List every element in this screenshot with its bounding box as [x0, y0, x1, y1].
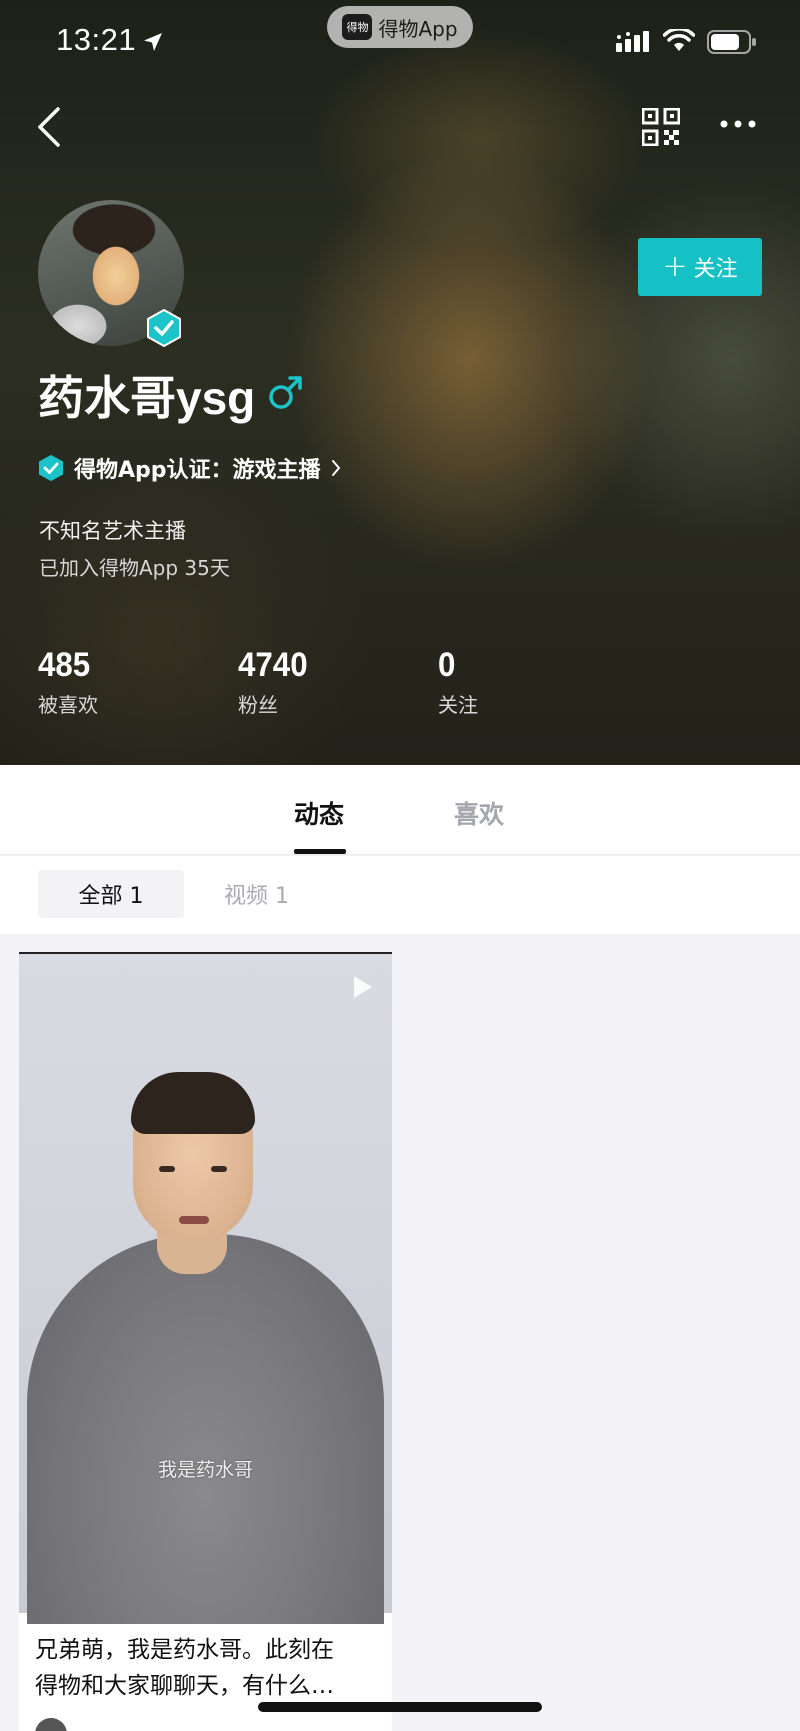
stat-fans[interactable]: 4740 粉丝	[238, 646, 314, 718]
content-tabs: 动态 喜欢	[0, 765, 800, 855]
joined-info: 已加入得物App 35天	[39, 556, 230, 580]
play-icon	[354, 976, 372, 998]
wifi-icon	[663, 29, 695, 51]
post-caption: 兄弟萌，我是药水哥。此刻在 得物和大家聊聊天，有什么…	[35, 1632, 375, 1704]
thumbnail-figure-hair	[131, 1072, 255, 1134]
certification-badge-icon	[39, 455, 63, 481]
filter-video[interactable]: 视频 1	[224, 870, 289, 918]
plus-icon: +	[662, 249, 688, 284]
video-subtitle: 我是药水哥	[157, 1459, 253, 1481]
tab-likes[interactable]: 喜欢	[454, 795, 504, 831]
app-pill-name: 得物App	[378, 16, 458, 41]
certification-row[interactable]: 得物App认证：游戏主播	[38, 452, 341, 484]
male-icon	[269, 376, 302, 409]
certification-text: 得物App认证：游戏主播	[74, 458, 321, 483]
chevron-right-icon	[331, 460, 340, 476]
stat-value: 4740	[238, 646, 308, 684]
caption-line: 得物和大家聊聊天，有什么…	[35, 1673, 334, 1699]
back-icon[interactable]	[36, 105, 62, 149]
post-card[interactable]: 我是药水哥 兄弟萌，我是药水哥。此刻在 得物和大家聊聊天，有什么…	[19, 952, 392, 1731]
filter-all[interactable]: 全部 1	[38, 870, 184, 918]
stat-value: 485	[38, 646, 91, 684]
stat-value: 0	[438, 646, 456, 684]
username: 药水哥ysg	[38, 372, 256, 424]
more-icon[interactable]	[720, 120, 756, 128]
app-logo: 得物	[342, 14, 373, 40]
verified-badge-icon	[147, 309, 181, 347]
bio: 不知名艺术主播	[39, 519, 186, 543]
thumbnail-figure-eye	[211, 1166, 227, 1172]
thumbnail-figure-mouth	[179, 1216, 209, 1224]
stat-label: 被喜欢	[38, 693, 98, 717]
caption-line: 兄弟萌，我是药水哥。此刻在	[35, 1637, 334, 1663]
profile-page: 13:21 得物 得物App + 关注 药水哥ysg 得物App认证：游戏主播 …	[0, 0, 800, 1731]
profile-header: 13:21 得物 得物App + 关注 药水哥ysg 得物App认证：游戏主播 …	[0, 0, 800, 765]
location-arrow-icon	[144, 33, 162, 51]
follow-button[interactable]: + 关注	[638, 238, 762, 296]
stat-label: 关注	[438, 693, 478, 717]
tab-posts[interactable]: 动态	[294, 795, 344, 831]
status-time: 13:21	[56, 22, 137, 57]
follow-label: 关注	[693, 257, 738, 282]
filter-bar: 全部 1 视频 1	[0, 856, 800, 934]
signal-icon	[616, 31, 649, 52]
video-thumbnail: 我是药水哥	[19, 952, 392, 1624]
battery-icon	[707, 30, 756, 54]
thumbnail-figure-body	[27, 1234, 384, 1624]
author-avatar[interactable]	[35, 1718, 67, 1731]
stat-following[interactable]: 0 关注	[438, 646, 478, 718]
app-indicator-pill[interactable]: 得物 得物App	[327, 6, 473, 48]
stat-likes[interactable]: 485 被喜欢	[38, 646, 98, 718]
stat-label: 粉丝	[238, 693, 278, 717]
home-indicator[interactable]	[258, 1702, 542, 1712]
thumbnail-figure-eye	[159, 1166, 175, 1172]
active-tab-indicator	[294, 849, 346, 854]
qr-code-icon[interactable]	[642, 108, 680, 146]
